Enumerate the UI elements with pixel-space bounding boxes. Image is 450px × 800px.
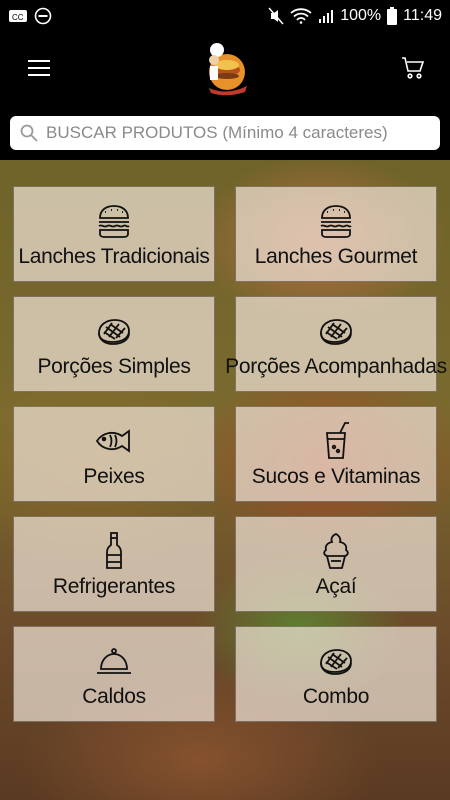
status-right: 100% 11:49 (268, 7, 442, 25)
category-tile[interactable]: Lanches Tradicionais (13, 186, 215, 282)
category-tile[interactable]: Refrigerantes (13, 516, 215, 612)
category-label: Peixes (83, 465, 145, 488)
category-tile[interactable]: Combo (235, 626, 437, 722)
signal-icon (318, 9, 334, 23)
hamburger-menu-icon[interactable] (24, 53, 54, 83)
status-left: CC (8, 7, 52, 25)
status-bar: CC 100% 11:49 (0, 0, 450, 32)
category-label: Porções Acompanhadas (225, 355, 447, 378)
ice-cream-icon (316, 529, 356, 571)
category-label: Açaí (315, 575, 357, 598)
wifi-icon (290, 8, 312, 24)
battery-icon (387, 7, 398, 25)
burger-icon (316, 199, 356, 241)
category-area: Lanches Tradicionais Lanches Gourmet Porçõ… (0, 160, 450, 800)
category-label: Lanches Tradicionais (18, 245, 210, 268)
steak-icon (316, 639, 356, 681)
category-grid: Lanches Tradicionais Lanches Gourmet Porçõ… (13, 186, 447, 722)
search-input[interactable] (46, 123, 430, 143)
fish-icon (94, 419, 134, 461)
burger-chef-logo[interactable] (200, 40, 252, 96)
search-box[interactable] (10, 116, 440, 150)
cloche-icon (94, 639, 134, 681)
search-bar (0, 104, 450, 160)
category-tile[interactable]: Lanches Gourmet (235, 186, 437, 282)
category-tile[interactable]: Porções Acompanhadas (225, 296, 447, 392)
search-icon (20, 124, 38, 142)
category-label: Refrigerantes (52, 575, 176, 598)
mute-icon (268, 7, 284, 25)
caption-icon: CC (8, 8, 28, 24)
battery-percent: 100% (340, 7, 382, 24)
svg-text:CC: CC (12, 13, 24, 22)
category-label: Porções Simples (37, 355, 191, 378)
category-tile[interactable]: Açaí (235, 516, 437, 612)
category-tile[interactable]: Sucos e Vitaminas (235, 406, 437, 502)
do-not-disturb-icon (34, 7, 52, 25)
bottle-icon (94, 529, 134, 571)
steak-icon (94, 309, 134, 351)
burger-icon (94, 199, 134, 241)
steak-icon (316, 309, 356, 351)
category-tile[interactable]: Caldos (13, 626, 215, 722)
drink-glass-icon (316, 419, 356, 461)
category-tile[interactable]: Porções Simples (13, 296, 215, 392)
app-bar (0, 32, 450, 104)
category-label: Sucos e Vitaminas (251, 465, 421, 488)
category-label: Lanches Gourmet (254, 245, 418, 268)
category-label: Combo (302, 685, 370, 708)
shopping-cart-icon[interactable] (398, 53, 428, 83)
category-tile[interactable]: Peixes (13, 406, 215, 502)
category-label: Caldos (82, 685, 146, 708)
clock-time: 11:49 (403, 7, 442, 24)
